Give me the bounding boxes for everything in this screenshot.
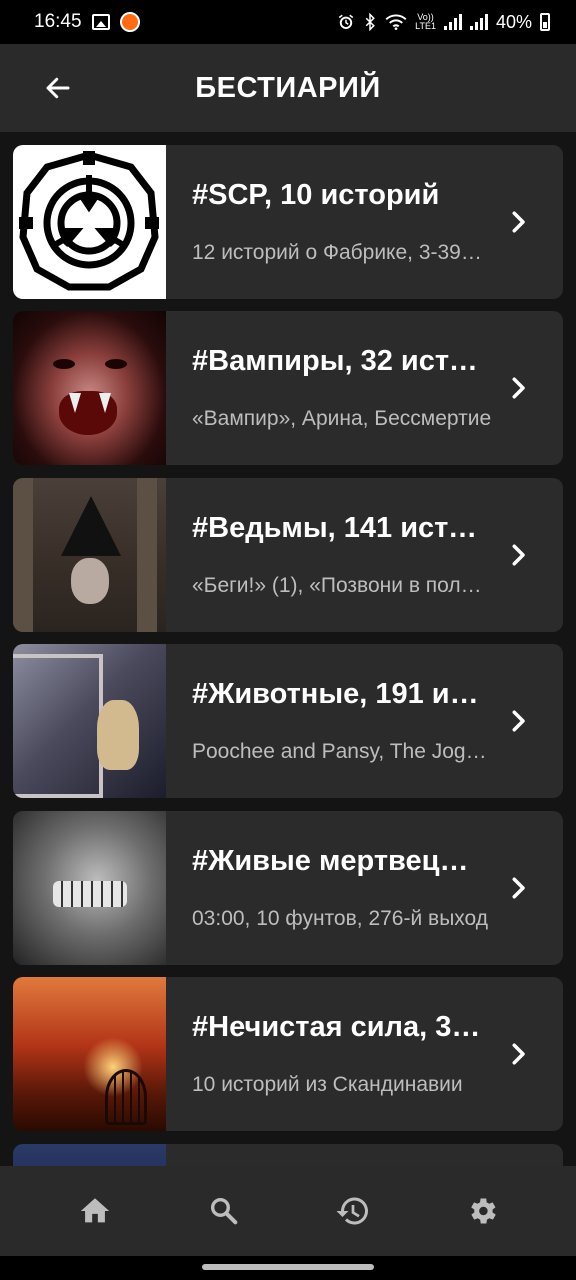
app-notification-icon: [119, 12, 140, 32]
chevron-right-icon: [512, 1043, 525, 1065]
category-card-scp[interactable]: #SCP, 10 историй 12 историй о Фабрике, 3…: [13, 145, 563, 299]
app-bar: БЕСТИАРИЙ: [0, 44, 576, 132]
card-subtitle: 12 историй о Фабрике, 3-3993 и другие: [192, 241, 492, 264]
chevron-right-icon: [512, 544, 525, 566]
card-title: #Живые мертвецы, 45 историй: [192, 845, 492, 877]
alarm-icon: [338, 14, 354, 29]
search-icon: [210, 1197, 237, 1225]
wifi-icon: [385, 14, 407, 30]
card-subtitle: 03:00, 10 фунтов, 276-й выход: [192, 907, 489, 930]
signal-icon-1: [443, 14, 462, 30]
category-card-partial[interactable]: [13, 1144, 563, 1166]
home-icon: [80, 1198, 109, 1223]
back-button[interactable]: [36, 66, 80, 110]
category-card-witches[interactable]: #Ведьмы, 141 история «Беги!» (1), «Позво…: [13, 478, 563, 632]
arrow-left-icon: [46, 77, 70, 99]
chevron-right-icon: [512, 710, 525, 732]
card-body: #Нечистая сила, 300 историй 10 историй и…: [166, 977, 563, 1131]
card-title: #Животные, 191 история: [192, 678, 492, 710]
card-body: [166, 1144, 563, 1166]
card-title: #Ведьмы, 141 история: [192, 512, 492, 544]
status-bar: 16:45 Vo)) LTE1 40%: [0, 0, 576, 44]
screen: 16:45 Vo)) LTE1 40% БЕСТИАРИЙ #SCP, 10 и…: [0, 0, 576, 1280]
gesture-bar[interactable]: [202, 1264, 374, 1270]
scp-logo-icon: [19, 151, 159, 291]
dog-thumbnail: [13, 644, 166, 798]
card-title: #Вампиры, 32 истории: [192, 345, 492, 377]
card-body: #Ведьмы, 141 история «Беги!» (1), «Позво…: [166, 478, 563, 632]
card-subtitle: «Беги!» (1), «Позвони в полночь»: [192, 574, 492, 597]
nav-history-button[interactable]: [323, 1181, 383, 1241]
card-title: #SCP, 10 историй: [192, 179, 440, 211]
nav-search-button[interactable]: [194, 1181, 254, 1241]
card-subtitle: Poochee and Pansy, The Jogger: [192, 740, 492, 763]
bluetooth-icon: [365, 13, 375, 31]
gesture-bar-area: [0, 1256, 576, 1280]
bottom-nav: [0, 1166, 576, 1256]
witch-thumbnail: [13, 478, 166, 632]
demon-thumbnail: [13, 977, 166, 1131]
gear-icon: [470, 1198, 496, 1224]
zombie-thumbnail: [13, 811, 166, 965]
category-list[interactable]: #SCP, 10 историй 12 историй о Фабрике, 3…: [0, 132, 576, 1166]
category-card-vampires[interactable]: #Вампиры, 32 истории «Вампир», Арина, Бе…: [13, 311, 563, 465]
category-card-animals[interactable]: #Животные, 191 история Poochee and Pansy…: [13, 644, 563, 798]
page-title: БЕСТИАРИЙ: [195, 71, 381, 104]
status-right: Vo)) LTE1 40%: [337, 12, 550, 33]
status-left: 16:45: [34, 11, 140, 33]
card-title: #Нечистая сила, 300 историй: [192, 1011, 492, 1043]
scp-logo-thumbnail: [13, 145, 166, 299]
card-subtitle: «Вампир», Арина, Бессмертие: [192, 407, 492, 430]
vampire-face-thumbnail: [13, 311, 166, 465]
nav-home-button[interactable]: [65, 1181, 125, 1241]
battery-icon: [540, 13, 550, 31]
status-time: 16:45: [34, 11, 82, 32]
category-card-undead[interactable]: #Живые мертвецы, 45 историй 03:00, 10 фу…: [13, 811, 563, 965]
volte-label: Vo)) LTE1: [415, 12, 436, 31]
signal-icon-2: [469, 14, 488, 30]
category-card-evil-spirits[interactable]: #Нечистая сила, 300 историй 10 историй и…: [13, 977, 563, 1131]
card-body: #SCP, 10 историй 12 историй о Фабрике, 3…: [166, 145, 563, 299]
gallery-notification-icon: [91, 14, 110, 30]
card-subtitle: 10 историй из Скандинавии: [192, 1073, 463, 1096]
chevron-right-icon: [512, 377, 525, 399]
chevron-right-icon: [512, 211, 525, 233]
battery-percent: 40%: [495, 11, 532, 32]
nav-settings-button[interactable]: [452, 1181, 512, 1241]
chevron-right-icon: [512, 877, 525, 899]
card-body: #Живые мертвецы, 45 историй 03:00, 10 фу…: [166, 811, 563, 965]
partial-thumbnail: [13, 1144, 166, 1166]
card-body: #Животные, 191 история Poochee and Pansy…: [166, 644, 563, 798]
card-body: #Вампиры, 32 истории «Вампир», Арина, Бе…: [166, 311, 563, 465]
history-icon: [336, 1197, 368, 1225]
